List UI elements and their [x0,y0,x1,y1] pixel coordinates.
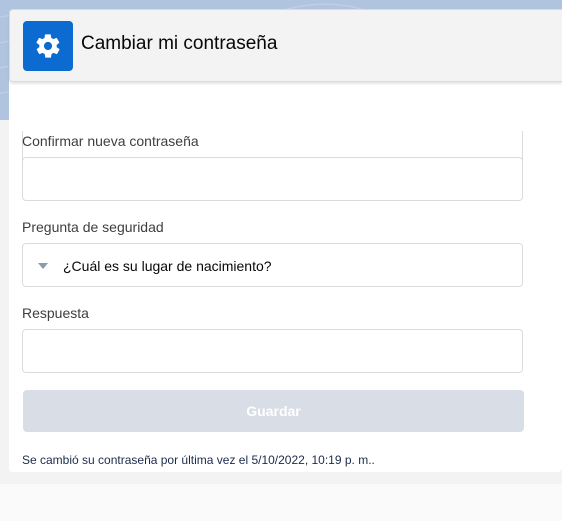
answer-label: Respuesta [22,305,89,321]
header-icon-tile [23,21,73,71]
footer-area [0,484,562,521]
confirm-password-field[interactable] [22,157,523,201]
confirm-password-label: Confirmar nueva contraseña [22,133,199,149]
last-changed-status: Se cambió su contraseña por última vez e… [22,453,375,467]
caret-down-icon [38,263,48,269]
answer-field[interactable] [22,329,523,373]
security-question-select[interactable]: ¿Cuál es su lugar de nacimiento? [22,243,523,287]
page-title: Cambiar mi contraseña [81,33,278,54]
security-question-label: Pregunta de seguridad [22,219,164,235]
gear-icon [36,34,60,58]
save-button[interactable]: Guardar [23,390,524,432]
security-question-value: ¿Cuál es su lugar de nacimiento? [63,258,272,274]
page-header: Cambiar mi contraseña [9,9,562,82]
